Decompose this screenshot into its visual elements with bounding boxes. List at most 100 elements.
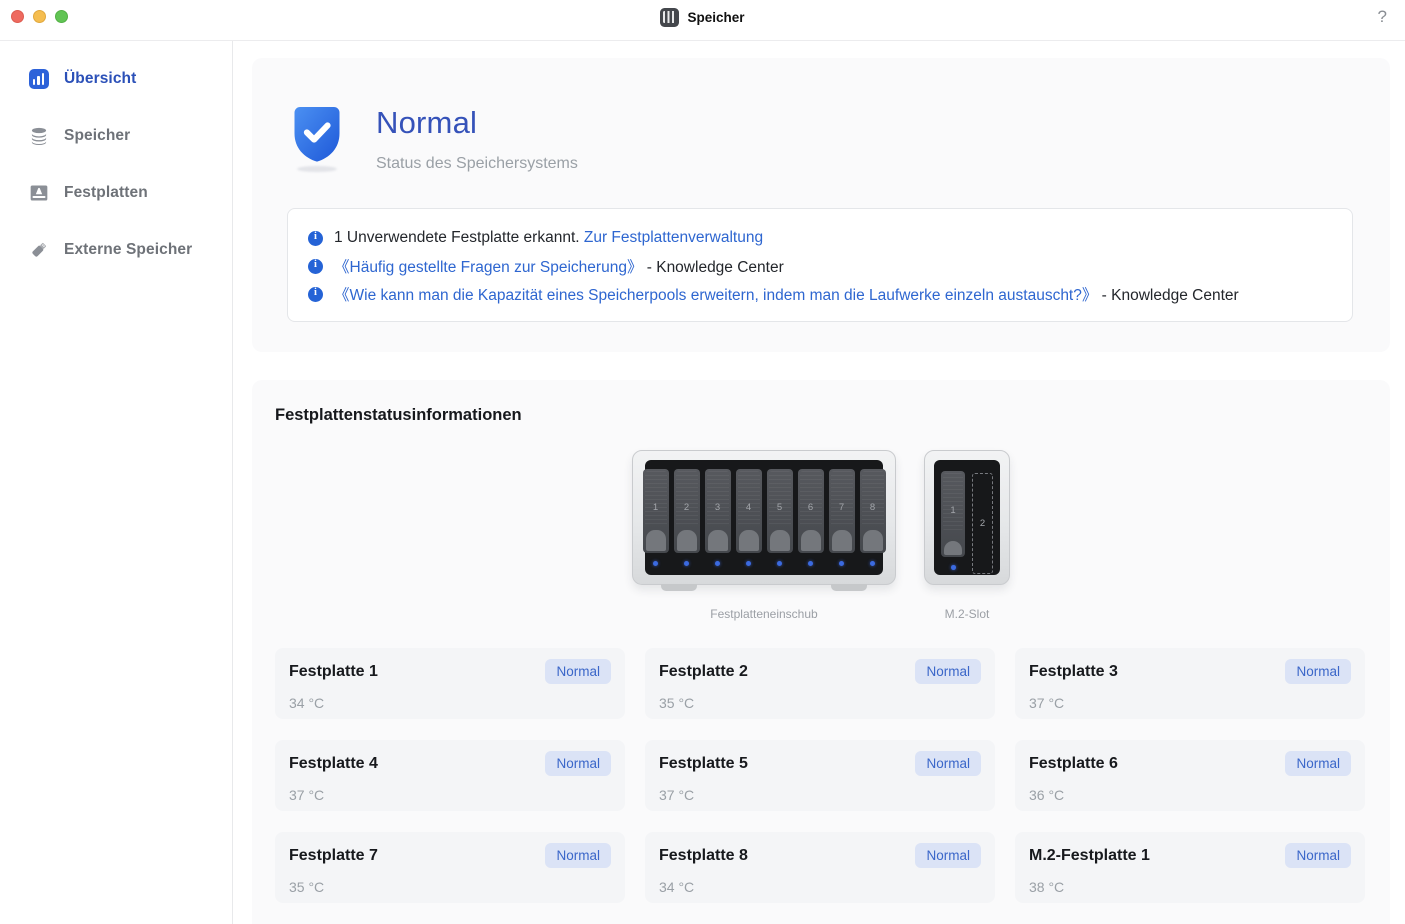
status-badge: Normal	[915, 659, 981, 684]
disk-card: Festplatte 7 Normal 35 °C	[275, 832, 625, 903]
status-badge: Normal	[545, 751, 611, 776]
status-badge: Normal	[1285, 843, 1351, 868]
drive-bay: 1	[642, 469, 669, 553]
drive-bay: 7	[828, 469, 855, 553]
drive-bay: 6	[797, 469, 824, 553]
sidebar-item-label: Externe Speicher	[64, 241, 193, 258]
drive-enclosure-graphic: 1 2 3 4 5 6 7 8	[632, 450, 896, 591]
disk-card: M.2-Festplatte 1 Normal 38 °C	[1015, 832, 1365, 903]
status-led	[777, 561, 782, 566]
drive-bay: 5	[766, 469, 793, 553]
info-icon	[308, 258, 323, 274]
notice-link[interactable]: 《Häufig gestellte Fragen zur Speicherung…	[334, 259, 642, 276]
disk-card: Festplatte 3 Normal 37 °C	[1015, 648, 1365, 719]
disk-name: Festplatte 4	[289, 754, 378, 772]
notice-link[interactable]: Zur Festplattenverwaltung	[584, 229, 763, 246]
disk-card: Festplatte 6 Normal 36 °C	[1015, 740, 1365, 811]
disk-name: Festplatte 6	[1029, 754, 1118, 772]
status-subtitle: Status des Speichersystems	[376, 155, 578, 172]
disk-name: Festplatte 7	[289, 846, 378, 864]
help-icon[interactable]: ?	[1378, 7, 1387, 27]
disk-name: Festplatte 3	[1029, 662, 1118, 680]
disk-card: Festplatte 1 Normal 34 °C	[275, 648, 625, 719]
titlebar: Speicher ?	[0, 0, 1405, 41]
bay-number: 2	[683, 501, 690, 513]
bay-number: 3	[714, 501, 721, 513]
notice-row: 1 Unverwendete Festplatte erkannt. Zur F…	[308, 224, 1332, 252]
sidebar-item-festplatten[interactable]: Festplatten	[28, 178, 232, 208]
info-icon	[308, 286, 323, 302]
status-badge: Normal	[545, 843, 611, 868]
bay-number: 5	[776, 501, 783, 513]
main-content: Normal Status des Speichersystems 1 Unve…	[233, 41, 1405, 924]
m2-enclosure-graphic: 1 2	[924, 450, 1010, 585]
disk-temperature: 36 °C	[1029, 787, 1065, 803]
disk-card: Festplatte 8 Normal 34 °C	[645, 832, 995, 903]
storage-app-icon	[660, 7, 680, 27]
disk-name: Festplatte 1	[289, 662, 378, 680]
drive-bay: 4	[735, 469, 762, 553]
disk-temperature: 35 °C	[659, 695, 695, 711]
disk-card: Festplatte 5 Normal 37 °C	[645, 740, 995, 811]
bar-chart-icon	[28, 69, 49, 90]
bay-number: 8	[869, 501, 876, 513]
sidebar-item-label: Übersicht	[64, 70, 137, 87]
notice-text: - Knowledge Center	[1097, 287, 1239, 304]
notice-text: - Knowledge Center	[642, 259, 784, 276]
info-icon	[308, 230, 323, 246]
status-led	[653, 561, 658, 566]
status-led	[746, 561, 751, 566]
notice-box: 1 Unverwendete Festplatte erkannt. Zur F…	[287, 208, 1353, 322]
status-overview-card: Normal Status des Speichersystems 1 Unve…	[252, 58, 1390, 352]
usb-stick-icon	[28, 240, 49, 261]
disk-temperature: 35 °C	[289, 879, 325, 895]
sidebar-item-speicher[interactable]: Speicher	[28, 121, 232, 151]
disk-card: Festplatte 2 Normal 35 °C	[645, 648, 995, 719]
enclosure-label: Festplatteneinschub	[710, 607, 818, 621]
status-badge: Normal	[545, 659, 611, 684]
shield-check-icon	[290, 103, 344, 165]
disk-grid: Festplatte 1 Normal 34 °C Festplatte 2 Nor…	[275, 648, 1365, 903]
m2-slot-empty: 2	[972, 473, 993, 574]
status-badge: Normal	[915, 843, 981, 868]
notice-link[interactable]: 《Wie kann man die Kapazität eines Speich…	[334, 287, 1097, 304]
status-title: Normal	[376, 105, 478, 140]
enclosure-illustration: 1 2 3 4 5 6 7 8 Festplatteneinschub 1 2 …	[252, 450, 1390, 621]
status-led	[715, 561, 720, 566]
sidebar-item-uebersicht[interactable]: Übersicht	[28, 64, 232, 94]
bay-number: 6	[807, 501, 814, 513]
notice-row: 《Wie kann man die Kapazität eines Speich…	[308, 280, 1332, 308]
status-badge: Normal	[915, 751, 981, 776]
sidebar-item-label: Speicher	[64, 127, 131, 144]
sidebar-item-label: Festplatten	[64, 184, 148, 201]
disk-name: Festplatte 2	[659, 662, 748, 680]
status-badge: Normal	[1285, 659, 1351, 684]
bay-number: 1	[950, 504, 956, 516]
bay-number: 2	[979, 517, 986, 529]
status-led	[839, 561, 844, 566]
disk-temperature: 38 °C	[1029, 879, 1065, 895]
status-led	[950, 565, 956, 570]
m2-slot-occupied: 1	[941, 471, 965, 558]
status-led	[684, 561, 689, 566]
disk-name: Festplatte 5	[659, 754, 748, 772]
storage-stack-icon	[28, 126, 49, 147]
disk-temperature: 37 °C	[1029, 695, 1065, 711]
notice-text: 1 Unverwendete Festplatte erkannt.	[334, 229, 584, 246]
disk-section-title: Festplattenstatusinformationen	[275, 406, 522, 424]
bay-number: 4	[745, 501, 752, 513]
window-title: Speicher	[687, 9, 745, 25]
bay-number: 7	[838, 501, 845, 513]
disk-name: Festplatte 8	[659, 846, 748, 864]
drive-bay: 8	[859, 469, 886, 553]
disk-temperature: 37 °C	[289, 787, 325, 803]
drive-bay: 3	[704, 469, 731, 553]
hard-drive-icon	[28, 183, 49, 204]
disk-temperature: 34 °C	[659, 879, 695, 895]
disk-temperature: 34 °C	[289, 695, 325, 711]
disk-card: Festplatte 4 Normal 37 °C	[275, 740, 625, 811]
sidebar-item-externe-speicher[interactable]: Externe Speicher	[28, 235, 232, 265]
notice-row: 《Häufig gestellte Fragen zur Speicherung…	[308, 252, 1332, 280]
disk-status-card: Festplattenstatusinformationen 1 2 3 4 5…	[252, 380, 1390, 924]
status-badge: Normal	[1285, 751, 1351, 776]
